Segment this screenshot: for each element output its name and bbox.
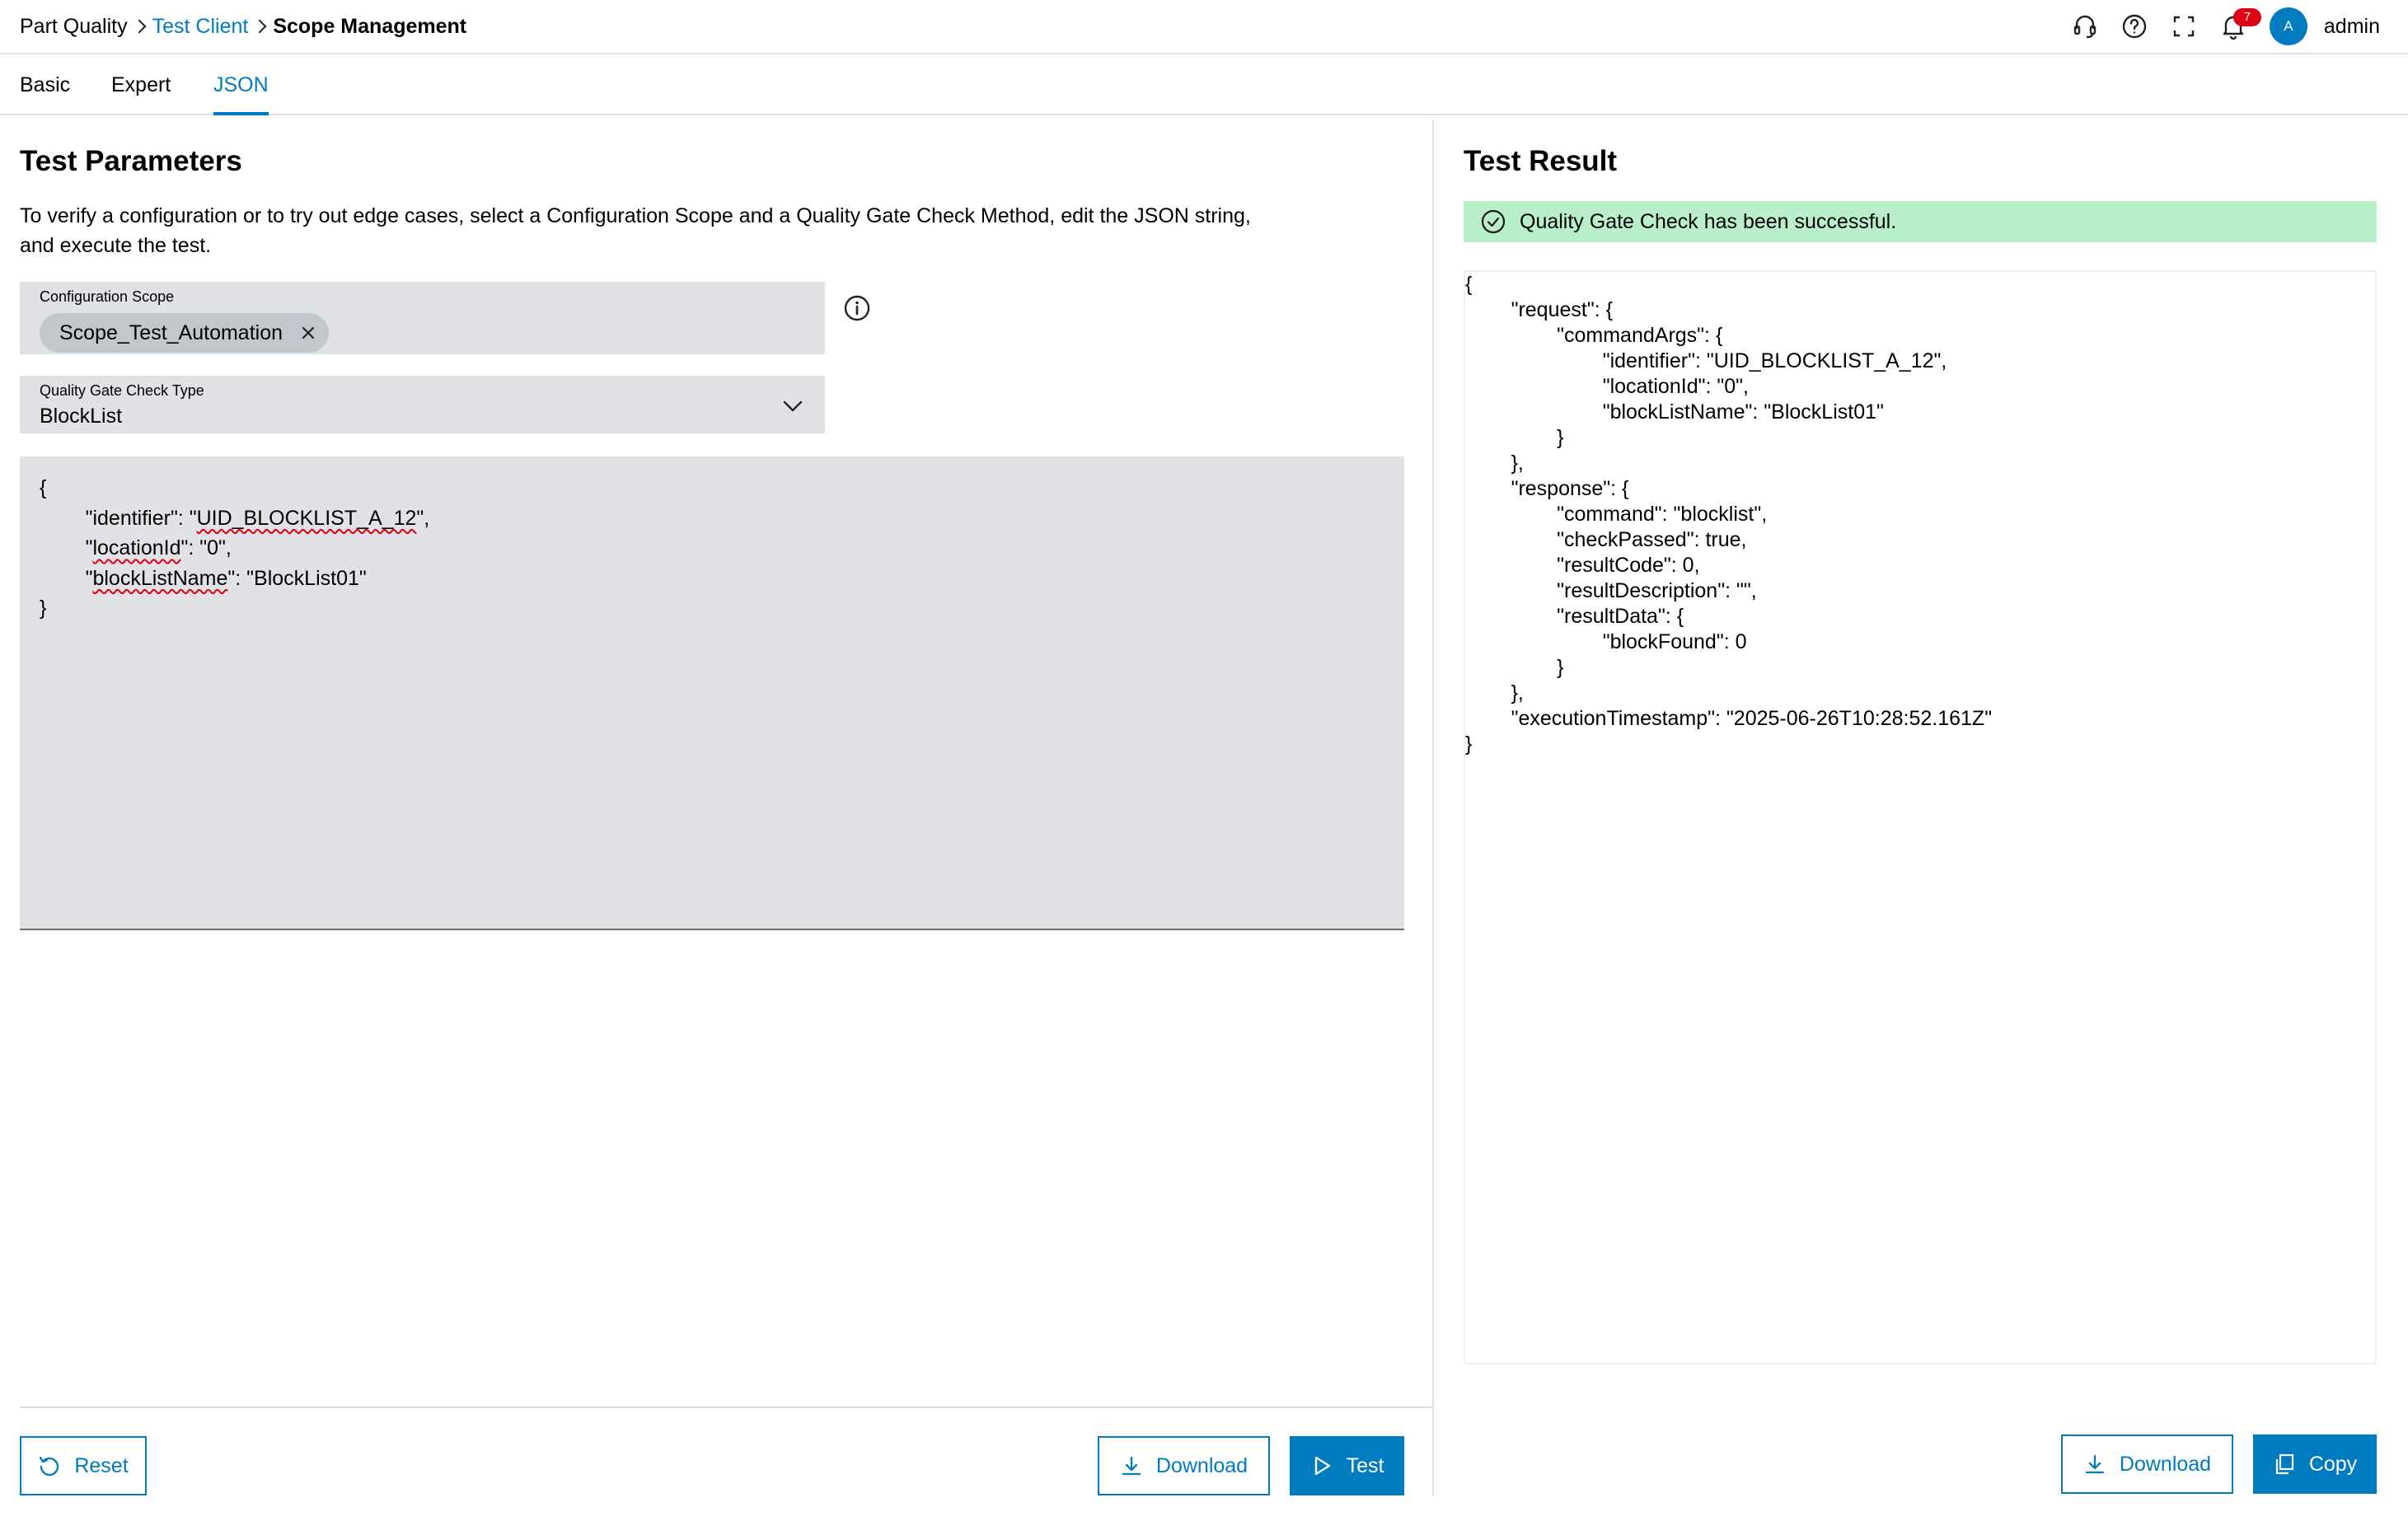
editor-line: }	[40, 597, 47, 620]
download-parameters-button[interactable]: Download	[1098, 1436, 1270, 1495]
avatar[interactable]: A	[2269, 7, 2307, 45]
copy-button[interactable]: Copy	[2253, 1434, 2377, 1494]
chevron-right-icon	[128, 12, 152, 40]
result-line: }	[1465, 656, 1564, 679]
help-icon[interactable]	[2118, 10, 2151, 43]
result-line: "resultCode": 0,	[1465, 554, 1700, 577]
breadcrumb-scope-management: Scope Management	[273, 15, 467, 38]
result-line: },	[1465, 681, 1524, 704]
test-result-title: Test Result	[1464, 145, 1618, 177]
description-line-2: and execute the test.	[20, 234, 212, 257]
breadcrumb-part-quality[interactable]: Part Quality	[20, 12, 128, 40]
result-line: "blockFound": 0	[1465, 630, 1747, 653]
user-name[interactable]: admin	[2324, 15, 2380, 39]
configuration-scope-field[interactable]: Configuration Scope Scope_Test_Automatio…	[20, 282, 825, 354]
download-button-label: Download	[1155, 1453, 1249, 1477]
breadcrumb-test-client[interactable]: Test Client	[152, 12, 249, 40]
json-editor[interactable]: { "identifier": "UID_BLOCKLIST_A_12", "l…	[20, 456, 1404, 930]
editor-value-misspelled: UID_BLOCKLIST_A_12	[196, 506, 417, 530]
editor-key: identifier	[92, 506, 171, 530]
tab-bar: Basic Expert JSON	[0, 56, 2408, 115]
download-icon	[2085, 1454, 2105, 1474]
reset-button[interactable]: Reset	[20, 1436, 147, 1495]
download-icon	[1122, 1456, 1141, 1476]
fullscreen-icon[interactable]	[2167, 10, 2200, 43]
result-line: "resultDescription": "",	[1465, 579, 1757, 602]
notification-count-badge: 7	[2232, 8, 2261, 26]
editor-key-misspelled: blockListName	[92, 566, 228, 590]
headset-icon[interactable]	[2068, 10, 2101, 43]
info-icon[interactable]	[842, 293, 872, 323]
result-line: "executionTimestamp": "2025-06-26T10:28:…	[1465, 707, 1993, 730]
footer-divider	[20, 1406, 1434, 1408]
success-message: Quality Gate Check has been successful.	[1520, 209, 1897, 233]
quality-gate-check-type-select[interactable]: Quality Gate Check Type BlockList	[20, 376, 825, 433]
result-line: "request": {	[1465, 298, 1613, 321]
reset-icon	[40, 1456, 59, 1477]
editor-indent: "	[40, 566, 93, 590]
result-line: }	[1465, 426, 1564, 449]
close-icon[interactable]	[299, 324, 317, 342]
bell-icon[interactable]: 7	[2217, 8, 2261, 43]
panel-divider	[1432, 120, 1434, 1496]
editor-text: ": "0",	[180, 536, 232, 559]
test-parameters-description: To verify a configuration or to try out …	[20, 201, 1338, 260]
check-circle-icon	[1481, 209, 1506, 234]
editor-indent: "	[40, 536, 93, 559]
editor-line: {	[40, 476, 47, 499]
editor-indent: "	[40, 506, 93, 530]
top-bar: Part Quality Test Client Scope Managemen…	[0, 0, 2408, 54]
header-actions: 7 A admin	[2052, 7, 2380, 46]
result-line: "command": "blocklist",	[1465, 503, 1768, 526]
result-line: "blockListName": "BlockList01"	[1465, 400, 1884, 424]
chevron-right-icon	[248, 12, 273, 40]
check-type-value: BlockList	[40, 405, 123, 428]
result-line: "identifier": "UID_BLOCKLIST_A_12",	[1465, 349, 1947, 372]
check-type-label: Quality Gate Check Type	[40, 382, 204, 399]
play-icon	[1314, 1456, 1330, 1476]
reset-button-label: Reset	[74, 1453, 129, 1477]
download-result-button[interactable]: Download	[2061, 1434, 2233, 1494]
scope-chip-label: Scope_Test_Automation	[59, 321, 283, 344]
test-button[interactable]: Test	[1290, 1436, 1404, 1495]
result-json-viewer[interactable]: { "request": { "commandArgs": { "identif…	[1464, 270, 2377, 1364]
editor-key-misspelled: locationId	[92, 536, 181, 559]
tab-json[interactable]: JSON	[213, 71, 269, 115]
tab-expert[interactable]: Expert	[111, 71, 171, 99]
copy-button-label: Copy	[2308, 1452, 2358, 1476]
editor-text: ": "BlockList01"	[227, 566, 367, 590]
tab-basic[interactable]: Basic	[20, 71, 70, 99]
scope-chip: Scope_Test_Automation	[40, 313, 330, 353]
breadcrumb: Part Quality Test Client Scope Managemen…	[20, 12, 466, 40]
result-line: },	[1465, 452, 1524, 475]
editor-text: ",	[416, 506, 430, 530]
result-line: {	[1465, 273, 1473, 296]
download-result-label: Download	[2119, 1452, 2212, 1476]
result-line: "checkPassed": true,	[1465, 528, 1747, 551]
result-line: "response": {	[1465, 477, 1629, 500]
chevron-down-icon	[783, 400, 803, 412]
editor-text: ": "	[170, 506, 197, 530]
test-parameters-title: Test Parameters	[20, 145, 242, 177]
result-line: "resultData": {	[1465, 605, 1684, 628]
result-line: "locationId": "0",	[1465, 375, 1749, 398]
result-json-text: { "request": { "commandArgs": { "identif…	[1465, 272, 1992, 757]
description-line-1: To verify a configuration or to try out …	[20, 204, 1251, 227]
result-line: "commandArgs": {	[1465, 324, 1723, 347]
success-notification: Quality Gate Check has been successful.	[1464, 201, 2377, 242]
configuration-scope-label: Configuration Scope	[40, 288, 175, 305]
result-line: }	[1465, 732, 1473, 756]
copy-icon	[2275, 1453, 2293, 1475]
test-button-label: Test	[1346, 1453, 1384, 1477]
